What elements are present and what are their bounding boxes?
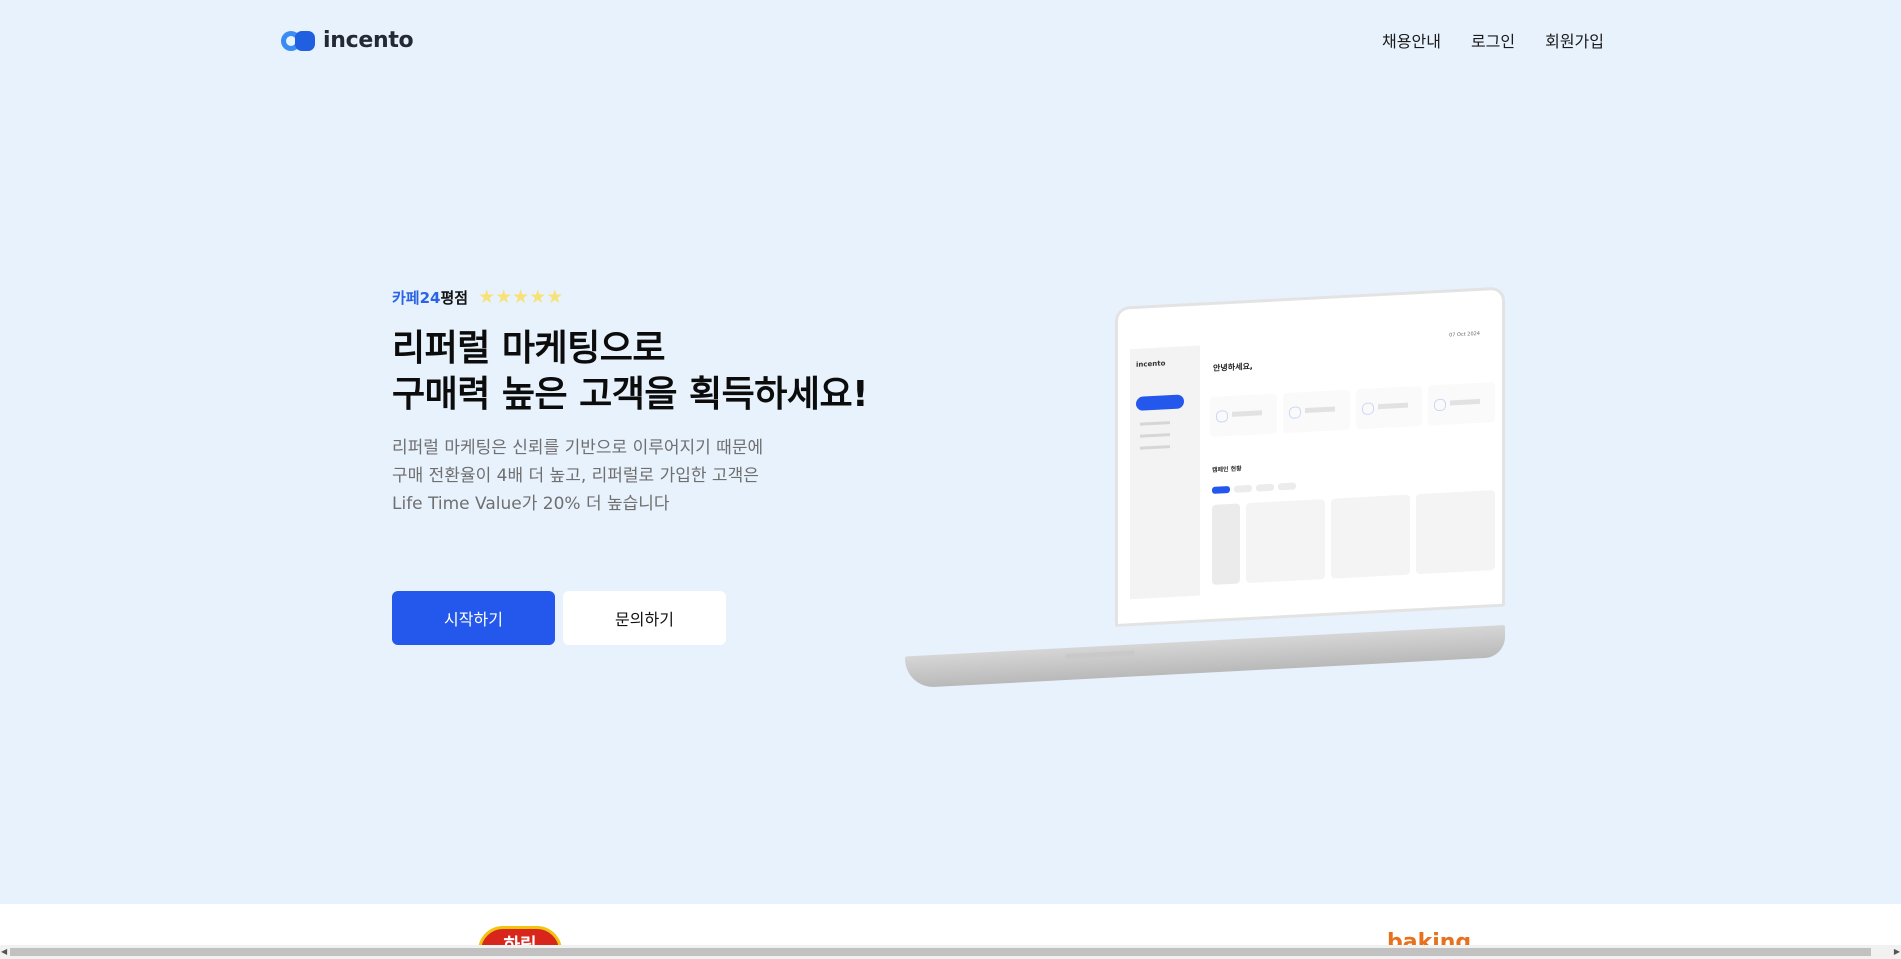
site-header: incento 채용안내 로그인 회원가입 [0,0,1901,80]
nav-login-link[interactable]: 로그인 [1471,28,1515,52]
preview-section-label: 캠페인 현황 [1212,465,1242,474]
scrollbar-thumb[interactable] [10,948,1871,956]
preview-menu-line [1140,433,1170,438]
rating-brand: 카페24 [392,288,441,307]
horizontal-scrollbar[interactable]: ◀ ▶ [0,945,1901,959]
preview-kpi-card [1282,389,1350,434]
incento-logo[interactable]: incento [281,28,414,53]
star-rating-icon: ★★★★★ [478,286,564,308]
headline-line-2: 구매력 높은 고객을 획득하세요! [392,374,869,415]
preview-menu-line [1140,445,1170,450]
desc-line-1: 리퍼럴 마케팅은 신뢰를 기반으로 이루어지기 때문에 [392,438,764,458]
rating-label: 평점 [440,288,469,307]
dashboard-preview: incento 07 Oct 2024 안녕하세요, 캠페인 현황 [1115,286,1505,627]
preview-tabs [1212,482,1296,494]
hero-description: 리퍼럴 마케팅은 신뢰를 기반으로 이루어지기 때문에 구매 전환율이 4배 더… [392,434,892,518]
desc-line-3: Life Time Value가 20% 더 높습니다 [392,494,670,514]
hero-headline: 리퍼럴 마케팅으로 구매력 높은 고객을 획득하세요! [392,326,892,418]
preview-date: 07 Oct 2024 [1449,330,1480,339]
logo-mark-icon [281,30,317,52]
desc-line-2: 구매 전환율이 4배 더 높고, 리퍼럴로 가입한 고객은 [392,466,759,486]
rating-text: 카페24평점 [392,287,468,308]
nav-signup-link[interactable]: 회원가입 [1545,28,1604,52]
preview-logo: incento [1136,359,1166,369]
preview-kpi-card [1428,382,1495,426]
contact-button[interactable]: 문의하기 [563,591,726,645]
preview-menu-line [1140,421,1170,426]
preview-kpi-row [1210,382,1495,438]
logo-text: incento [323,28,414,53]
rating-badge: 카페24평점 ★★★★★ [392,286,892,308]
scroll-right-icon[interactable]: ▶ [1894,947,1900,956]
preview-active-pill [1136,394,1184,411]
laptop-mockup-image: incento 07 Oct 2024 안녕하세요, 캠페인 현황 [905,286,1505,689]
top-nav: 채용안내 로그인 회원가입 [1382,28,1604,52]
scroll-left-icon[interactable]: ◀ [1,947,7,956]
laptop-base [905,625,1505,689]
preview-sidebar: incento [1130,345,1200,600]
preview-kpi-card [1355,385,1423,430]
preview-kpi-card [1210,393,1277,438]
start-button[interactable]: 시작하기 [392,591,555,645]
headline-line-1: 리퍼럴 마케팅으로 [392,328,666,369]
nav-careers-link[interactable]: 채용안내 [1382,28,1441,52]
hero-section: 카페24평점 ★★★★★ 리퍼럴 마케팅으로 구매력 높은 고객을 획득하세요!… [392,286,892,518]
preview-cards [1212,490,1495,585]
hero-cta-group: 시작하기 문의하기 [392,591,726,645]
preview-title: 안녕하세요, [1213,361,1253,373]
